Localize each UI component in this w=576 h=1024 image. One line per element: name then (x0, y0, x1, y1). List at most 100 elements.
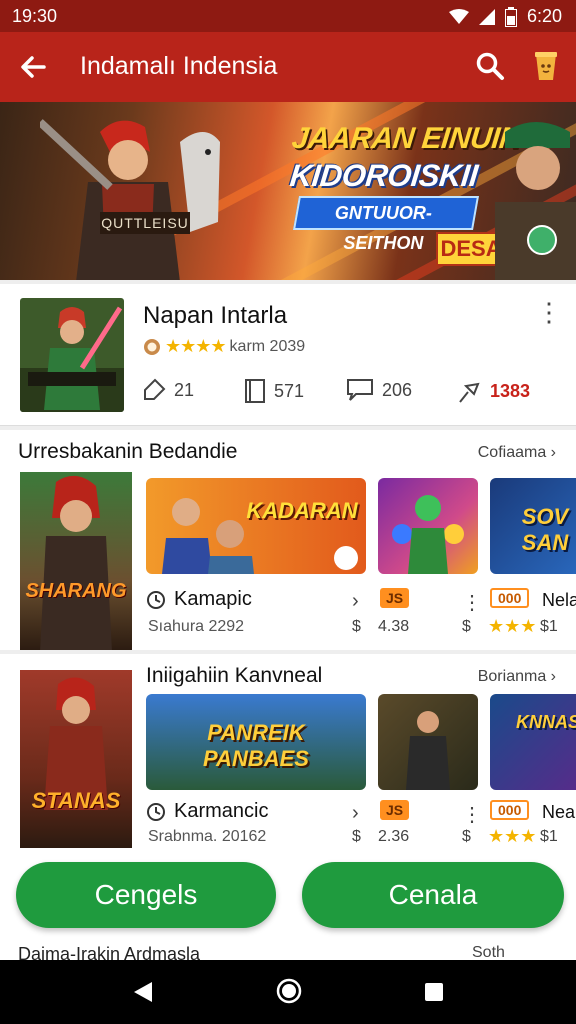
more-options-icon[interactable]: ⋮ (536, 299, 562, 332)
tile-heroes-illustration (392, 495, 464, 574)
stat-popularity[interactable]: 1383 (456, 378, 530, 404)
tile-characters-illustration (162, 498, 358, 574)
clock-icon (147, 802, 165, 821)
see-all-label: Borianma (477, 668, 547, 685)
app-bar: Indamalı Indensia (0, 32, 576, 102)
section-heading: Iniigahiin Kanvneal (146, 664, 323, 687)
hero-title-line1: JAARAN EINUIN (290, 122, 523, 155)
game-item-subtitle: Srabnma. 20162 (148, 828, 267, 845)
rank-badge: 000 (490, 800, 530, 820)
game-section-2: Iniigahiin Kanvneal Borianma › STANAS PA… (0, 654, 576, 848)
game-tile[interactable]: KNNAS (490, 694, 576, 790)
hero-character-illustration (40, 119, 220, 280)
game-item-price-2: $1 (540, 618, 558, 635)
stat-value: 206 (382, 379, 413, 400)
poster-character-illustration (44, 677, 108, 810)
game-section-1: Urresbakanin Bedandie Cofiaama › SHARANG… (0, 430, 576, 650)
tile-label: KNNAS (516, 712, 576, 732)
battery-icon (504, 6, 517, 27)
stat-pages[interactable]: 571 (244, 378, 304, 404)
game-thumbnail[interactable] (20, 298, 124, 412)
game-item-title[interactable]: Karmancic (146, 800, 268, 823)
clock-icon (147, 590, 165, 609)
pin-icon (459, 382, 480, 403)
game-tile[interactable]: PANREIK PANBAES (146, 694, 366, 790)
status-bar: 19:30 6:20 (0, 0, 576, 32)
home-circle-icon[interactable] (276, 978, 302, 1004)
game-item-price-2: $1 (540, 828, 558, 845)
stat-value: 21 (174, 379, 195, 400)
hero-banner[interactable]: QUTTLEISU JAARAN EINUIN KIDOROISKII GNTU… (0, 102, 576, 280)
cup-icon[interactable] (532, 50, 560, 82)
stat-value: 571 (274, 380, 305, 401)
see-all-link[interactable]: Borianma › (478, 668, 556, 686)
rating-stars: ★★★ (488, 616, 537, 636)
section-poster[interactable]: STANAS (20, 670, 132, 848)
game-item-subtitle: Sıahura 2292 (148, 618, 245, 635)
game-item-price: 4.38 (378, 618, 410, 635)
wifi-icon (448, 8, 469, 24)
tile-label: PANREIK PANBAES (203, 720, 309, 771)
hero-tag: QUTTLEISU (100, 212, 190, 234)
see-all-link[interactable]: Cofiaama › (478, 444, 556, 462)
game-tile[interactable] (378, 478, 478, 574)
chevron-right-icon[interactable]: › (352, 802, 359, 825)
see-all-label: Cofiaama (477, 444, 547, 461)
rating-text: karm 2039 (229, 337, 306, 355)
system-nav-bar (0, 960, 576, 1024)
more-options-icon[interactable]: ⋮ (462, 802, 482, 827)
back-triangle-icon[interactable] (132, 980, 154, 1004)
game-item-title[interactable]: Kamapic (146, 588, 252, 611)
price-badge: JS (380, 800, 410, 820)
poster-label: SHARANG (25, 580, 127, 602)
tag-icon (144, 378, 166, 400)
dollar-icon: $ (352, 618, 361, 635)
dollar-icon: $ (352, 828, 361, 845)
hero-subtitle-bar: GNTUUOR-SEITHON (293, 196, 479, 253)
game-title: Napan Intarla (143, 302, 288, 329)
stat-comments[interactable]: 206 (346, 378, 412, 402)
item-title-label: Kamapic (174, 588, 252, 610)
game-tile[interactable] (378, 694, 478, 790)
book-icon (245, 379, 265, 403)
rating-stars: ★★★ (488, 826, 537, 846)
game-item-price: 2.36 (378, 828, 410, 845)
right-action-button[interactable]: Cenala (302, 862, 564, 928)
game-tile[interactable]: SOV SAN (490, 478, 576, 574)
dollar-icon: $ (462, 618, 471, 635)
featured-game-card[interactable]: Napan Intarla ★★★★ karm 2039 ⋮ 21 571 20… (0, 284, 576, 426)
dollar-icon: $ (462, 828, 471, 845)
status-time: 19:30 (12, 6, 58, 26)
bottom-action-area: Cengels Cenala Daima-Irakin Ardmasla Sot… (0, 848, 576, 964)
hero-title-line2: KIDOROISKII (288, 158, 480, 193)
status-icons: 6:20 (448, 6, 562, 27)
section-heading: Urresbakanin Bedandie (18, 440, 238, 463)
status-clock: 6:20 (526, 6, 562, 26)
hero-character-2-illustration (495, 122, 576, 280)
chat-icon (347, 379, 373, 401)
price-badge: JS (380, 588, 410, 608)
tile-label: SOV SAN (521, 504, 569, 555)
stat-value: 1383 (490, 380, 531, 401)
item-title-label: Karmancic (174, 800, 269, 822)
more-options-icon[interactable]: ⋮ (462, 590, 482, 615)
search-icon[interactable] (474, 50, 506, 82)
stat-tags[interactable]: 21 (142, 378, 194, 402)
poster-label: STANAS (31, 788, 121, 813)
page-title: Indamalı Indensia (80, 52, 278, 80)
recents-square-icon[interactable] (424, 982, 444, 1002)
game-item-name-2: Neal (542, 802, 576, 822)
signal-icon (478, 8, 495, 25)
tile-soldier-illustration (406, 711, 450, 790)
chevron-right-icon[interactable]: › (352, 590, 359, 613)
tile-label: KADARAN (246, 498, 358, 523)
left-action-button[interactable]: Cengels (16, 862, 276, 928)
back-arrow-icon[interactable] (16, 50, 50, 84)
coin-icon (144, 338, 160, 355)
game-item-name-2: Nela (542, 590, 576, 610)
section-poster[interactable]: SHARANG (20, 472, 132, 650)
game-rating: ★★★★ karm 2039 (143, 336, 305, 357)
game-tile[interactable]: KADARAN (146, 478, 366, 574)
poster-character-illustration (40, 475, 112, 650)
rank-badge: 000 (490, 588, 530, 608)
